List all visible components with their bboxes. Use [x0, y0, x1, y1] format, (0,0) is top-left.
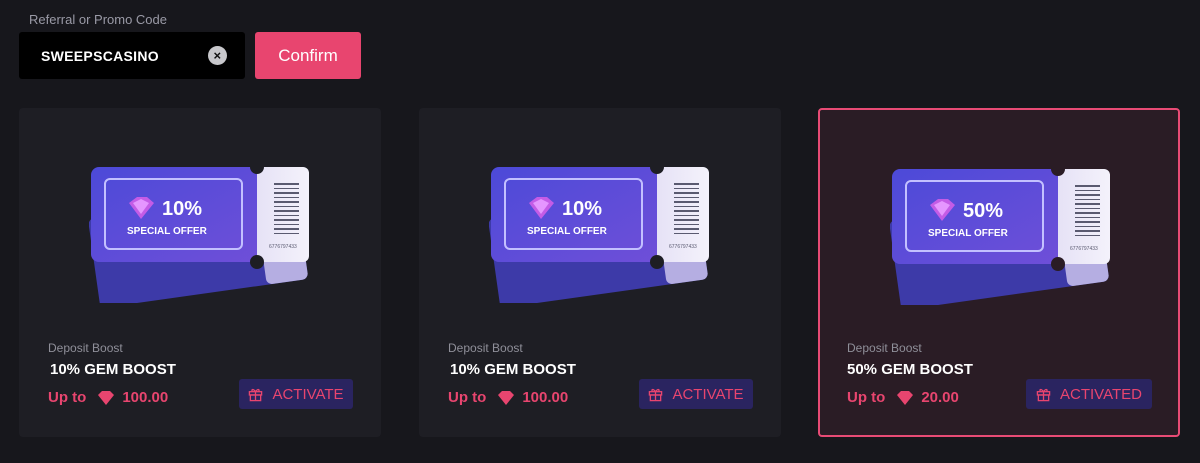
gem-icon: [897, 390, 914, 405]
upto-label: Up to: [48, 389, 87, 406]
gem-icon: [498, 390, 515, 405]
boost-type-label: Deposit Boost: [847, 341, 922, 355]
boost-type-label: Deposit Boost: [448, 341, 523, 355]
activate-button[interactable]: ACTIVATE: [639, 379, 753, 409]
ticket-text: SPECIAL OFFER: [127, 226, 208, 237]
boost-limit: Up to 20.00: [847, 389, 959, 406]
ticket-illustration: 10% SPECIAL OFFER 6776797433: [89, 163, 309, 303]
activate-button[interactable]: ACTIVATE: [239, 379, 353, 409]
ticket-serial: 6776797433: [1070, 246, 1098, 252]
ticket-illustration: 10% SPECIAL OFFER 6776797433: [489, 163, 709, 303]
gift-icon: [1036, 388, 1051, 401]
promo-code-value: SWEEPSCASINO: [41, 47, 159, 64]
activate-label: ACTIVATE: [672, 385, 744, 403]
boost-amount: 100.00: [122, 389, 169, 406]
ticket-illustration: 50% SPECIAL OFFER 6776797433: [890, 165, 1110, 305]
promo-code-label: Referral or Promo Code: [29, 12, 167, 27]
ticket-serial: 6776797433: [669, 244, 697, 250]
boost-title: 50% GEM BOOST: [847, 361, 973, 378]
boost-title: 10% GEM BOOST: [50, 361, 176, 378]
offer-card: 10% SPECIAL OFFER 6776797433 Deposit Boo…: [19, 108, 381, 437]
ticket-percent: 10%: [162, 198, 202, 220]
ticket-serial: 6776797433: [269, 244, 297, 250]
boost-type-label: Deposit Boost: [48, 341, 123, 355]
ticket-text: SPECIAL OFFER: [527, 226, 608, 237]
gem-icon: [98, 390, 115, 405]
upto-label: Up to: [847, 389, 886, 406]
activate-label: ACTIVATED: [1060, 385, 1142, 403]
gift-icon: [249, 388, 263, 401]
promo-code-input[interactable]: SWEEPSCASINO ×: [19, 32, 245, 79]
close-circle-icon[interactable]: ×: [208, 46, 227, 65]
confirm-button[interactable]: Confirm: [255, 32, 361, 79]
boost-amount: 100.00: [522, 389, 569, 406]
ticket-percent: 50%: [963, 200, 1003, 222]
offer-card: 10% SPECIAL OFFER 6776797433 Deposit Boo…: [419, 108, 781, 437]
activate-label: ACTIVATE: [272, 385, 344, 403]
boost-limit: Up to 100.00: [448, 389, 568, 406]
gift-icon: [649, 388, 663, 401]
upto-label: Up to: [448, 389, 487, 406]
ticket-percent: 10%: [562, 198, 602, 220]
offer-card-activated: 50% SPECIAL OFFER 6776797433 Deposit Boo…: [818, 108, 1180, 437]
activated-button[interactable]: ACTIVATED: [1026, 379, 1152, 409]
boost-title: 10% GEM BOOST: [450, 361, 576, 378]
boost-amount: 20.00: [921, 389, 959, 406]
boost-limit: Up to 100.00: [48, 389, 168, 406]
ticket-text: SPECIAL OFFER: [928, 228, 1009, 239]
